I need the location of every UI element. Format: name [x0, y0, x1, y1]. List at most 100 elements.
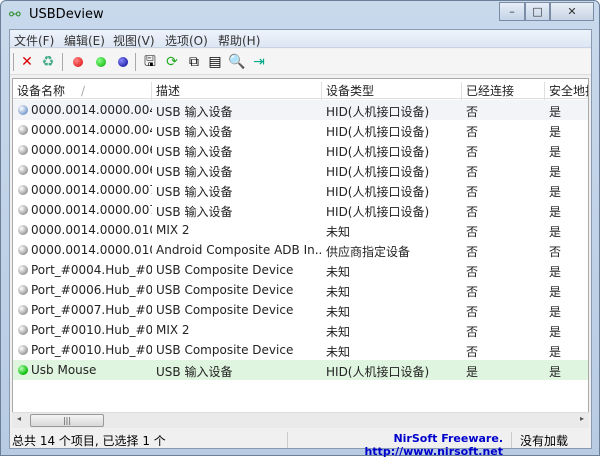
connected-status-icon [18, 365, 28, 375]
table-row[interactable]: 0000.0014.0000.010.... Android Composite… [13, 240, 588, 260]
scroll-thumb[interactable]: ||| [30, 414, 104, 427]
maximize-button[interactable]: □ [525, 2, 550, 21]
cell-connected: 否 [466, 205, 479, 219]
disconnected-status-icon [18, 305, 28, 315]
cell-connected: 否 [466, 225, 479, 239]
cell-description: USB 输入设备 [156, 365, 233, 379]
menu-help[interactable]: 帮助(H) [218, 32, 260, 49]
cell-name: Port_#0010.Hub_#0... [31, 343, 152, 357]
cell-connected: 否 [466, 165, 479, 179]
close-x-icon[interactable]: ✕ [18, 53, 36, 71]
cell-name: Port_#0006.Hub_#0... [31, 283, 152, 297]
status-plugin: 没有加载 [520, 434, 569, 448]
disconnected-status-icon [18, 165, 28, 175]
cell-name: Usb Mouse [31, 363, 97, 377]
refresh-icon[interactable]: ⟳ [163, 53, 181, 71]
table-row[interactable]: Port_#0004.Hub_#0... USB Composite Devic… [13, 260, 588, 280]
cell-connected: 否 [466, 265, 479, 279]
cell-type: 未知 [326, 345, 351, 359]
cell-type: HID(人机接口设备) [326, 365, 430, 379]
cell-safe-remove: 是 [549, 225, 562, 239]
menu-file[interactable]: 文件(F) [14, 32, 54, 49]
green-dot-icon[interactable] [92, 53, 110, 71]
cell-type: 未知 [326, 225, 351, 239]
table-row[interactable]: Port_#0006.Hub_#0... USB Composite Devic… [13, 280, 588, 300]
menu-view[interactable]: 视图(V) [113, 32, 155, 49]
cell-name: 0000.0014.0000.004.... [31, 103, 152, 117]
nirsoft-link[interactable]: NirSoft Freeware. http://www.nirsoft.net [290, 432, 512, 458]
table-row[interactable]: 0000.0014.0000.007.... USB 输入设备 HID(人机接口… [13, 200, 588, 220]
column-header-name[interactable]: 设备名称 / [13, 82, 152, 102]
cell-safe-remove: 是 [549, 105, 562, 119]
disconnected-status-icon [18, 325, 28, 335]
cell-description: USB Composite Device [156, 263, 294, 277]
find-icon[interactable]: 🔍 [228, 53, 246, 71]
properties-icon[interactable]: ▤ [206, 53, 224, 71]
menu-bar: 文件(F) 编辑(E) 视图(V) 选项(O) 帮助(H) [10, 30, 591, 48]
cell-name: 0000.0014.0000.010.... [31, 243, 152, 257]
cell-connected: 否 [466, 185, 479, 199]
disconnected-status-icon [18, 345, 28, 355]
window-title: USBDeview [29, 7, 104, 22]
table-row[interactable]: 0000.0014.0000.006.... USB 输入设备 HID(人机接口… [13, 160, 588, 180]
table-row[interactable]: 0000.0014.0000.010.... MIX 2 未知 否 是 [13, 220, 588, 240]
column-header-description[interactable]: 描述 [152, 82, 322, 102]
disconnected-status-icon [18, 145, 28, 155]
column-header-type[interactable]: 设备类型 [322, 82, 462, 102]
cell-safe-remove: 否 [549, 245, 562, 259]
cell-safe-remove: 是 [549, 305, 562, 319]
scroll-left-arrow[interactable]: ◂ [17, 414, 21, 423]
save-icon[interactable]: 🖫 [141, 53, 159, 71]
table-row[interactable]: 0000.0014.0000.004.... USB 输入设备 HID(人机接口… [13, 100, 588, 120]
cell-connected: 否 [466, 125, 479, 139]
cell-description: USB 输入设备 [156, 185, 233, 199]
close-button[interactable]: ✕ [550, 2, 594, 21]
cell-safe-remove: 是 [549, 345, 562, 359]
cell-connected: 否 [466, 145, 479, 159]
cell-safe-remove: 是 [549, 365, 562, 379]
cell-description: USB Composite Device [156, 303, 294, 317]
cell-safe-remove: 是 [549, 145, 562, 159]
cell-type: HID(人机接口设备) [326, 165, 430, 179]
title-bar: ⚯ USBDeview – □ ✕ [1, 1, 599, 29]
cell-name: 0000.0014.0000.006.... [31, 163, 152, 177]
table-row[interactable]: Port_#0010.Hub_#0... MIX 2 未知 否 是 [13, 320, 588, 340]
cell-description: USB 输入设备 [156, 145, 233, 159]
table-row[interactable]: Port_#0010.Hub_#0... USB Composite Devic… [13, 340, 588, 360]
column-header-connected[interactable]: 已经连接 [462, 82, 545, 102]
cell-type: HID(人机接口设备) [326, 125, 430, 139]
separator [135, 53, 136, 71]
cell-name: 0000.0014.0000.006.... [31, 143, 152, 157]
cell-safe-remove: 是 [549, 185, 562, 199]
horizontal-scrollbar[interactable]: ◂ ||| ▸ [12, 412, 589, 428]
table-row[interactable]: Usb Mouse USB 输入设备 HID(人机接口设备) 是 是 [13, 360, 588, 380]
cell-description: USB 输入设备 [156, 125, 233, 139]
cell-name: 0000.0014.0000.007.... [31, 183, 152, 197]
uninstall-icon[interactable]: ♻ [39, 53, 57, 71]
table-row[interactable]: Port_#0007.Hub_#0... USB Composite Devic… [13, 300, 588, 320]
table-row[interactable]: 0000.0014.0000.006.... USB 输入设备 HID(人机接口… [13, 140, 588, 160]
menu-edit[interactable]: 编辑(E) [64, 32, 105, 49]
status-count: 总共 14 个项目, 已选择 1 个 [10, 432, 288, 448]
cell-description: USB 输入设备 [156, 165, 233, 179]
red-dot-icon[interactable] [69, 53, 87, 71]
column-header-safe-remove[interactable]: 安全地拔 [545, 82, 588, 102]
cell-description: MIX 2 [156, 323, 190, 337]
cell-type: 供应商指定设备 [326, 245, 411, 259]
cell-connected: 是 [466, 365, 479, 379]
scroll-right-arrow[interactable]: ▸ [580, 414, 584, 423]
cell-safe-remove: 是 [549, 265, 562, 279]
copy-icon[interactable]: ⧉ [185, 53, 203, 71]
blue-dot-icon[interactable] [114, 53, 132, 71]
menu-options[interactable]: 选项(O) [165, 32, 208, 49]
cell-safe-remove: 是 [549, 205, 562, 219]
table-row[interactable]: 0000.0014.0000.007.... USB 输入设备 HID(人机接口… [13, 180, 588, 200]
separator [62, 53, 63, 71]
cell-connected: 否 [466, 345, 479, 359]
table-row[interactable]: 0000.0014.0000.004.... USB 输入设备 HID(人机接口… [13, 120, 588, 140]
cell-name: Port_#0010.Hub_#0... [31, 323, 152, 337]
cell-name: Port_#0007.Hub_#0... [31, 303, 152, 317]
minimize-button[interactable]: – [499, 2, 525, 21]
exit-icon[interactable]: ⇥ [250, 53, 268, 71]
cell-name: 0000.0014.0000.007.... [31, 203, 152, 217]
